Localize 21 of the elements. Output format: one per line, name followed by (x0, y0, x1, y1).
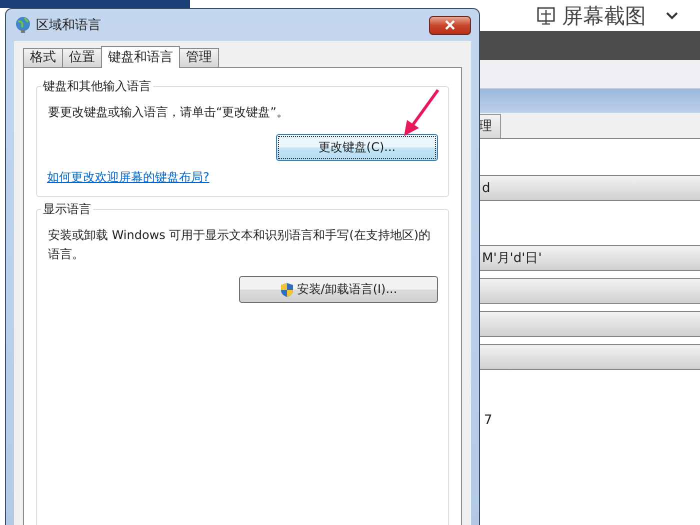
action-button[interactable]: 更改键盘(C)... (276, 134, 438, 161)
tab[interactable]: 管理 (179, 48, 219, 67)
globe-icon (14, 16, 32, 34)
group-title: 显示语言 (41, 201, 93, 218)
close-icon (444, 20, 456, 30)
screenshot-label[interactable]: 屏幕截图 (562, 2, 646, 30)
chevron-down-icon[interactable] (666, 12, 678, 20)
tab[interactable]: 格式 (23, 48, 63, 67)
tab[interactable]: 键盘和语言 (101, 46, 180, 68)
annotation-arrow (404, 89, 440, 136)
partial-text: 7 (483, 413, 494, 428)
help-link[interactable]: 如何更改欢迎屏幕的键盘布局? (47, 169, 210, 186)
window-title: 区域和语言 (36, 17, 102, 34)
close-button[interactable] (429, 16, 471, 34)
shield-icon (280, 282, 294, 298)
action-button[interactable]: 安装/卸载语言(I)... (239, 276, 438, 303)
description-text: 安装或卸载 Windows 可用于显示文本和识别语言和手写(在支持地区)的语言。 (47, 227, 432, 263)
description-text: 要更改键盘或输入语言，请单击“更改键盘”。 (47, 104, 290, 121)
group-title: 键盘和其他输入语言 (41, 78, 153, 95)
tab[interactable]: 位置 (62, 48, 102, 67)
monitor-icon[interactable] (536, 6, 556, 26)
